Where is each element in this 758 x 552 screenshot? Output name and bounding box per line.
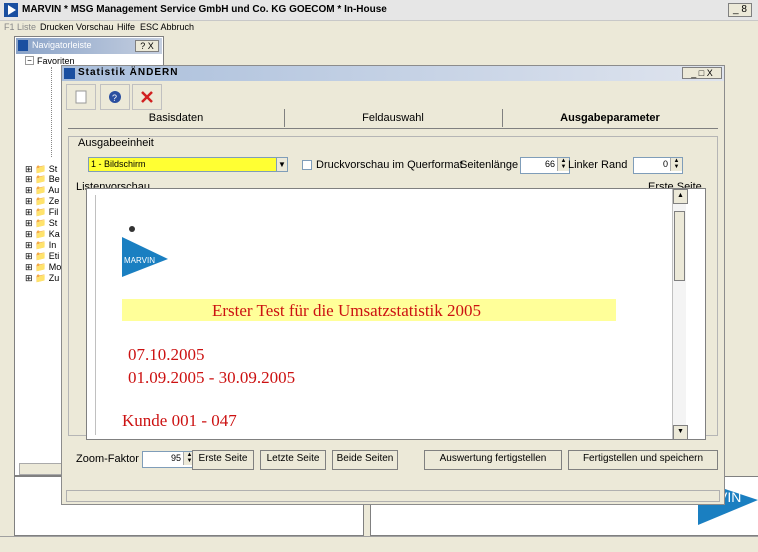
menu-bar: F1 Liste Drucken Vorschau Hilfe ESC Abbr… (0, 21, 758, 36)
ausgabe-group-label: Ausgabeeinheit (76, 137, 156, 149)
collapse-icon[interactable]: − (25, 56, 34, 65)
dialog-window-controls[interactable]: _ □ X (682, 67, 722, 79)
menu-vorschau[interactable]: Vorschau (76, 22, 114, 32)
dialog-toolbar: ? (66, 84, 186, 110)
navigator-logo-icon (18, 40, 28, 51)
dialog-bottom-bar: Zoom-Faktor 95 ▲ ▼ Erste Seite Letzte Sei… (68, 450, 720, 480)
ausgabe-select[interactable]: 1 - Bildschirm (88, 157, 288, 172)
linker-rand-value: 0 (662, 159, 668, 169)
navigator-titlebar: Navigatorleiste ? X (16, 38, 162, 54)
app-titlebar: MARVIN * MSG Management Service GmbH und… (0, 0, 758, 21)
marvin-logo-icon (4, 3, 18, 17)
screen-statusbar (0, 536, 758, 552)
tree-item-ze[interactable]: ⊞ 📁 Ze (25, 196, 59, 207)
scroll-thumb[interactable] (674, 211, 685, 281)
dialog-logo-icon (64, 68, 75, 79)
navigator-controls[interactable]: ? X (135, 40, 159, 52)
tree-item-st2[interactable]: ⊞ 📁 St (25, 218, 57, 229)
seitenlaenge-value: 66 (544, 159, 555, 169)
dialog-titlebar: Statistik ÄNDERN _ □ X (62, 66, 724, 81)
marvin-report-logo: MARVIN (122, 221, 168, 277)
menu-drucken[interactable]: Drucken (40, 22, 74, 32)
zoom-stepper[interactable]: 95 ▲ ▼ (142, 451, 196, 468)
seitenlaenge-label: Seitenlänge (460, 159, 519, 171)
tree-item-ka[interactable]: ⊞ 📁 Ka (25, 229, 60, 240)
seitenlaenge-stepper[interactable]: 66 ▲ ▼ (520, 157, 570, 174)
zoom-value: 95 (170, 453, 181, 463)
menu-liste[interactable]: F1 Liste (4, 22, 36, 32)
letzte-seite-button[interactable]: Letzte Seite (260, 450, 326, 470)
scroll-up-icon[interactable]: ▲ (673, 189, 688, 204)
help-icon[interactable]: ? (100, 84, 130, 110)
dialog-title: Statistik ÄNDERN (78, 67, 179, 78)
auswertung-fertigstellen-button[interactable]: Auswertung fertigstellen (424, 450, 562, 470)
window-controls[interactable]: _ 8 (728, 3, 752, 17)
chevron-down-icon[interactable]: ▼ (276, 157, 288, 172)
preview-page: MARVIN Erster Test für die Umsatzstatist… (95, 195, 673, 435)
tab-divider (68, 128, 718, 129)
list-preview[interactable]: MARVIN Erster Test für die Umsatzstatist… (86, 188, 706, 440)
tree-item-au[interactable]: ⊞ 📁 Au (25, 185, 59, 196)
zoom-label: Zoom-Faktor (76, 453, 139, 465)
close-icon[interactable] (132, 84, 162, 110)
tab-basisdaten[interactable]: Basisdaten (68, 109, 285, 127)
tree-item-mo[interactable]: ⊞ 📁 Mo (25, 262, 61, 273)
tree-item-eti[interactable]: ⊞ 📁 Eti (25, 251, 59, 262)
fertigstellen-speichern-button[interactable]: Fertigstellen und speichern (568, 450, 718, 470)
tree-line (51, 67, 61, 157)
report-heading: Erster Test für die Umsatzstatistik 2005 (212, 301, 482, 320)
scroll-down-icon[interactable]: ▼ (673, 425, 688, 440)
tree-item-be[interactable]: ⊞ 📁 Be (25, 174, 60, 185)
svg-text:?: ? (112, 93, 117, 103)
document-icon[interactable] (66, 84, 96, 110)
querformat-label: Druckvorschau im Querformat (316, 159, 463, 171)
erste-seite-button[interactable]: Erste Seite (192, 450, 254, 470)
tree-item-zu[interactable]: ⊞ 📁 Zu (25, 273, 59, 284)
dialog-statusbar (66, 490, 720, 502)
report-kunde: Kunde 001 - 047 (122, 411, 237, 430)
spin-arrows-icon[interactable]: ▲ ▼ (670, 158, 682, 171)
linker-rand-label: Linker Rand (568, 159, 628, 171)
navigator-title: Navigatorleiste (32, 40, 92, 50)
tree-item-fil[interactable]: ⊞ 📁 Fil (25, 207, 58, 218)
report-date: 07.10.2005 (128, 345, 205, 364)
querformat-checkbox[interactable] (302, 160, 312, 170)
report-logo-text: MARVIN (124, 256, 155, 265)
tree-item-in[interactable]: ⊞ 📁 In (25, 240, 56, 251)
statistik-dialog: Statistik ÄNDERN _ □ X ? Basisdaten Feld… (61, 65, 725, 505)
preview-scrollbar[interactable]: ▲ ▼ (672, 189, 688, 440)
menu-hilfe[interactable]: Hilfe (117, 22, 135, 32)
menu-abbruch[interactable]: ESC Abbruch (140, 22, 194, 32)
beide-seiten-button[interactable]: Beide Seiten (332, 450, 398, 470)
app-title: MARVIN * MSG Management Service GmbH und… (22, 4, 387, 15)
tab-ausgabeparameter[interactable]: Ausgabeparameter (502, 109, 718, 127)
report-range: 01.09.2005 - 30.09.2005 (128, 368, 296, 387)
tab-feldauswahl[interactable]: Feldauswahl (284, 109, 503, 127)
linker-rand-stepper[interactable]: 0 ▲ ▼ (633, 157, 683, 174)
